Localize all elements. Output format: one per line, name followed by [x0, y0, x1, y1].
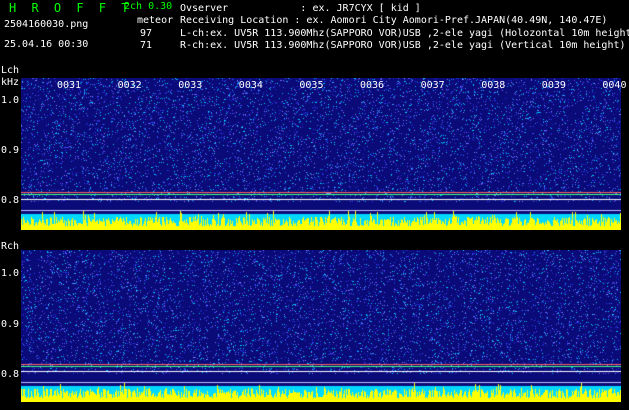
meteor-count-rch: 71: [140, 40, 153, 51]
lch-y-tick-0-9: 0.9: [1, 145, 20, 156]
time-tick-0034: 0034: [238, 80, 263, 91]
rch-receiver-info: R-ch:ex. UV5R 113.900Mhz(SAPPORO VOR)USB…: [180, 40, 626, 51]
time-tick-0031: 0031: [57, 80, 82, 91]
rch-waterfall: [21, 250, 621, 402]
filename: 2504160030.png: [4, 19, 89, 30]
time-tick-0039: 0039: [541, 80, 566, 91]
lch-waterfall-canvas: [21, 78, 621, 230]
meteor-label: meteor: [137, 15, 174, 26]
time-tick-0032: 0032: [117, 80, 142, 91]
datetime: 25.04.16 00:30: [4, 39, 89, 50]
rch-y-tick-0-8: 0.8: [1, 369, 20, 380]
time-tick-0038: 0038: [481, 80, 506, 91]
rch-y-tick-1-0: 1.0: [1, 268, 20, 279]
time-tick-0040: 0040: [602, 80, 627, 91]
mode-label: 2ch 0.30: [124, 1, 173, 12]
meteor-count-lch: 97: [140, 28, 153, 39]
lch-axis-label: Lch: [1, 65, 20, 76]
rch-y-tick-0-9: 0.9: [1, 319, 20, 330]
time-tick-0035: 0035: [299, 80, 324, 91]
observer-info: Ovserver : ex. JR7CYX [ kid ]: [180, 3, 421, 14]
time-tick-0036: 0036: [360, 80, 385, 91]
time-tick-0033: 0033: [178, 80, 203, 91]
lch-receiver-info: L-ch:ex. UV5R 113.900Mhz(SAPPORO VOR)USB…: [180, 28, 629, 39]
khz-unit-label: kHz: [1, 77, 20, 88]
lch-y-tick-1-0: 1.0: [1, 95, 20, 106]
location-info: Receiving Location : ex. Aomori City Aom…: [180, 15, 608, 26]
time-tick-0037: 0037: [420, 80, 445, 91]
rch-axis-label: Rch: [1, 241, 20, 252]
rch-waterfall-canvas: [21, 250, 621, 402]
lch-y-tick-0-8: 0.8: [1, 195, 20, 206]
app-title: H R O F F T: [9, 1, 133, 15]
lch-waterfall: [21, 78, 621, 230]
